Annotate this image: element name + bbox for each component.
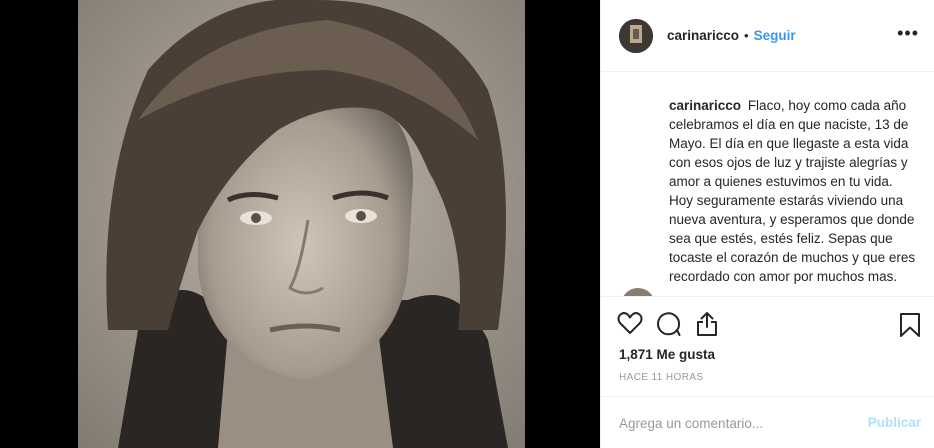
share-icon[interactable]: [695, 311, 719, 337]
photo-panel: [0, 0, 600, 448]
post-header: carinaricco • Seguir •••: [601, 0, 934, 72]
comment-input[interactable]: [619, 409, 859, 437]
separator-dot: •: [744, 28, 749, 43]
avatar-image: [619, 18, 653, 53]
post-caption: carinaricco Flaco, hoy como cada año cel…: [669, 96, 919, 286]
post-timestamp[interactable]: HACE 11 HORAS: [619, 372, 703, 383]
caption-username[interactable]: carinaricco: [669, 98, 741, 113]
comment-bar: Publicar: [601, 396, 934, 448]
heart-icon[interactable]: [617, 311, 643, 337]
username-link[interactable]: carinaricco: [667, 28, 739, 43]
comment-icon[interactable]: [656, 311, 682, 337]
comments-area[interactable]: carinaricco Flaco, hoy como cada año cel…: [601, 73, 934, 296]
post-sidebar: carinaricco • Seguir ••• carinaricco Fla…: [600, 0, 934, 448]
more-options-icon[interactable]: •••: [897, 24, 919, 42]
caption-text: Flaco, hoy como cada año celebramos el d…: [669, 98, 916, 284]
follow-button[interactable]: Seguir: [754, 28, 796, 43]
publish-button[interactable]: Publicar: [868, 415, 921, 430]
avatar[interactable]: [619, 18, 653, 53]
action-icons: [617, 311, 719, 337]
portrait-image: [78, 0, 525, 448]
post-photo[interactable]: [78, 0, 525, 448]
likes-count[interactable]: 1,871 Me gusta: [619, 347, 715, 362]
bookmark-icon[interactable]: [899, 312, 921, 343]
caption-avatar[interactable]: [621, 288, 655, 296]
